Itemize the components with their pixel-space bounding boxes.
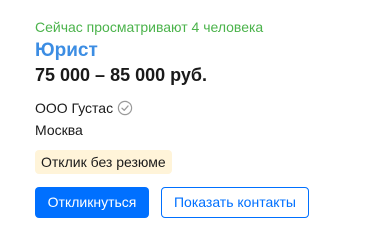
show-contacts-button[interactable]: Показать контакты — [161, 187, 309, 218]
vacancy-card: Сейчас просматривают 4 человека Юрист 75… — [0, 0, 391, 239]
check-circle-icon — [117, 100, 133, 116]
vacancy-title-link[interactable]: Юрист — [35, 40, 98, 62]
employer-name-link[interactable]: ООО Густас — [35, 99, 113, 117]
salary-text: 75 000 – 85 000 руб. — [35, 65, 208, 85]
city-text: Москва — [35, 122, 83, 138]
no-resume-badge: Отклик без резюме — [35, 150, 172, 174]
respond-button[interactable]: Откликнуться — [35, 187, 149, 218]
viewers-count-text: Сейчас просматривают 4 человека — [35, 19, 264, 35]
employer-row: ООО Густас — [35, 99, 133, 117]
